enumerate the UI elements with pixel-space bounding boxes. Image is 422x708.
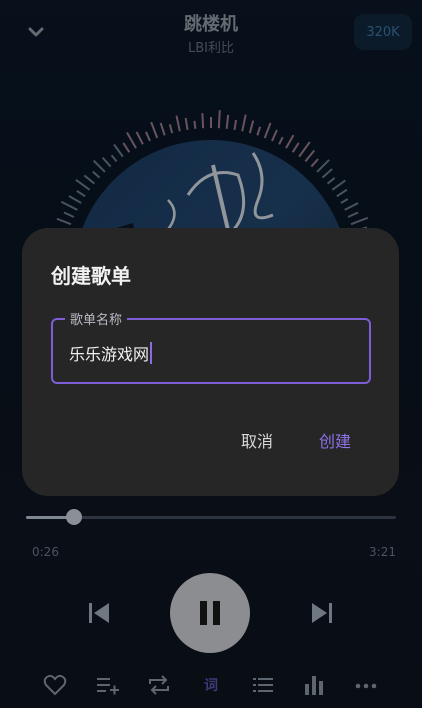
bottom-toolbar: 词 — [0, 672, 422, 702]
field-label: 歌单名称 — [65, 309, 128, 328]
cancel-button[interactable]: 取消 — [241, 428, 273, 452]
input-text: 乐乐游戏网 — [69, 345, 150, 364]
equalizer-icon[interactable] — [301, 672, 327, 698]
heart-icon[interactable] — [42, 672, 68, 698]
create-playlist-dialog: 创建歌单 歌单名称 乐乐游戏网 取消 创建 — [22, 228, 399, 496]
playlist-name-input[interactable]: 乐乐游戏网 — [69, 341, 153, 365]
more-icon[interactable] — [353, 672, 379, 698]
text-caret — [150, 342, 153, 364]
pause-button[interactable] — [170, 573, 250, 653]
total-time: 3:21 — [369, 545, 396, 559]
dialog-title: 创建歌单 — [51, 264, 131, 288]
seek-handle[interactable] — [66, 509, 83, 525]
create-button[interactable]: 创建 — [319, 428, 351, 452]
elapsed-time: 0:26 — [32, 545, 59, 559]
add-to-playlist-icon[interactable] — [95, 672, 121, 698]
repeat-icon[interactable] — [146, 672, 172, 698]
previous-icon[interactable] — [86, 600, 112, 626]
pause-icon — [200, 601, 220, 625]
lyrics-button[interactable]: 词 — [198, 672, 224, 698]
playlist-icon[interactable] — [250, 672, 276, 698]
playlist-name-field[interactable]: 歌单名称 乐乐游戏网 — [51, 309, 371, 384]
next-icon[interactable] — [309, 600, 335, 626]
